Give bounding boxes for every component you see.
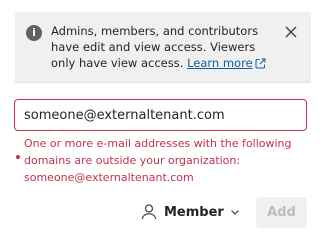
email-input[interactable] <box>24 100 296 130</box>
close-icon[interactable] <box>283 24 299 40</box>
person-icon <box>141 204 157 220</box>
open-in-new-icon <box>255 58 266 69</box>
info-icon: i <box>26 25 42 41</box>
learn-more-link[interactable]: Learn more <box>187 56 266 70</box>
role-dropdown[interactable]: Member <box>140 202 240 222</box>
info-message: Admins, members, and contributors have e… <box>51 23 273 71</box>
email-field[interactable] <box>14 99 307 131</box>
learn-more-label: Learn more <box>187 56 253 70</box>
chevron-down-icon <box>230 210 239 215</box>
add-button[interactable]: Add <box>256 197 307 228</box>
info-banner: i Admins, members, and contributors have… <box>15 12 311 83</box>
error-message: One or more e-mail addresses with the fo… <box>24 137 292 184</box>
error-bullet <box>16 155 20 159</box>
role-selected-label: Member <box>164 204 224 220</box>
share-dialog: i Admins, members, and contributors have… <box>0 0 326 251</box>
